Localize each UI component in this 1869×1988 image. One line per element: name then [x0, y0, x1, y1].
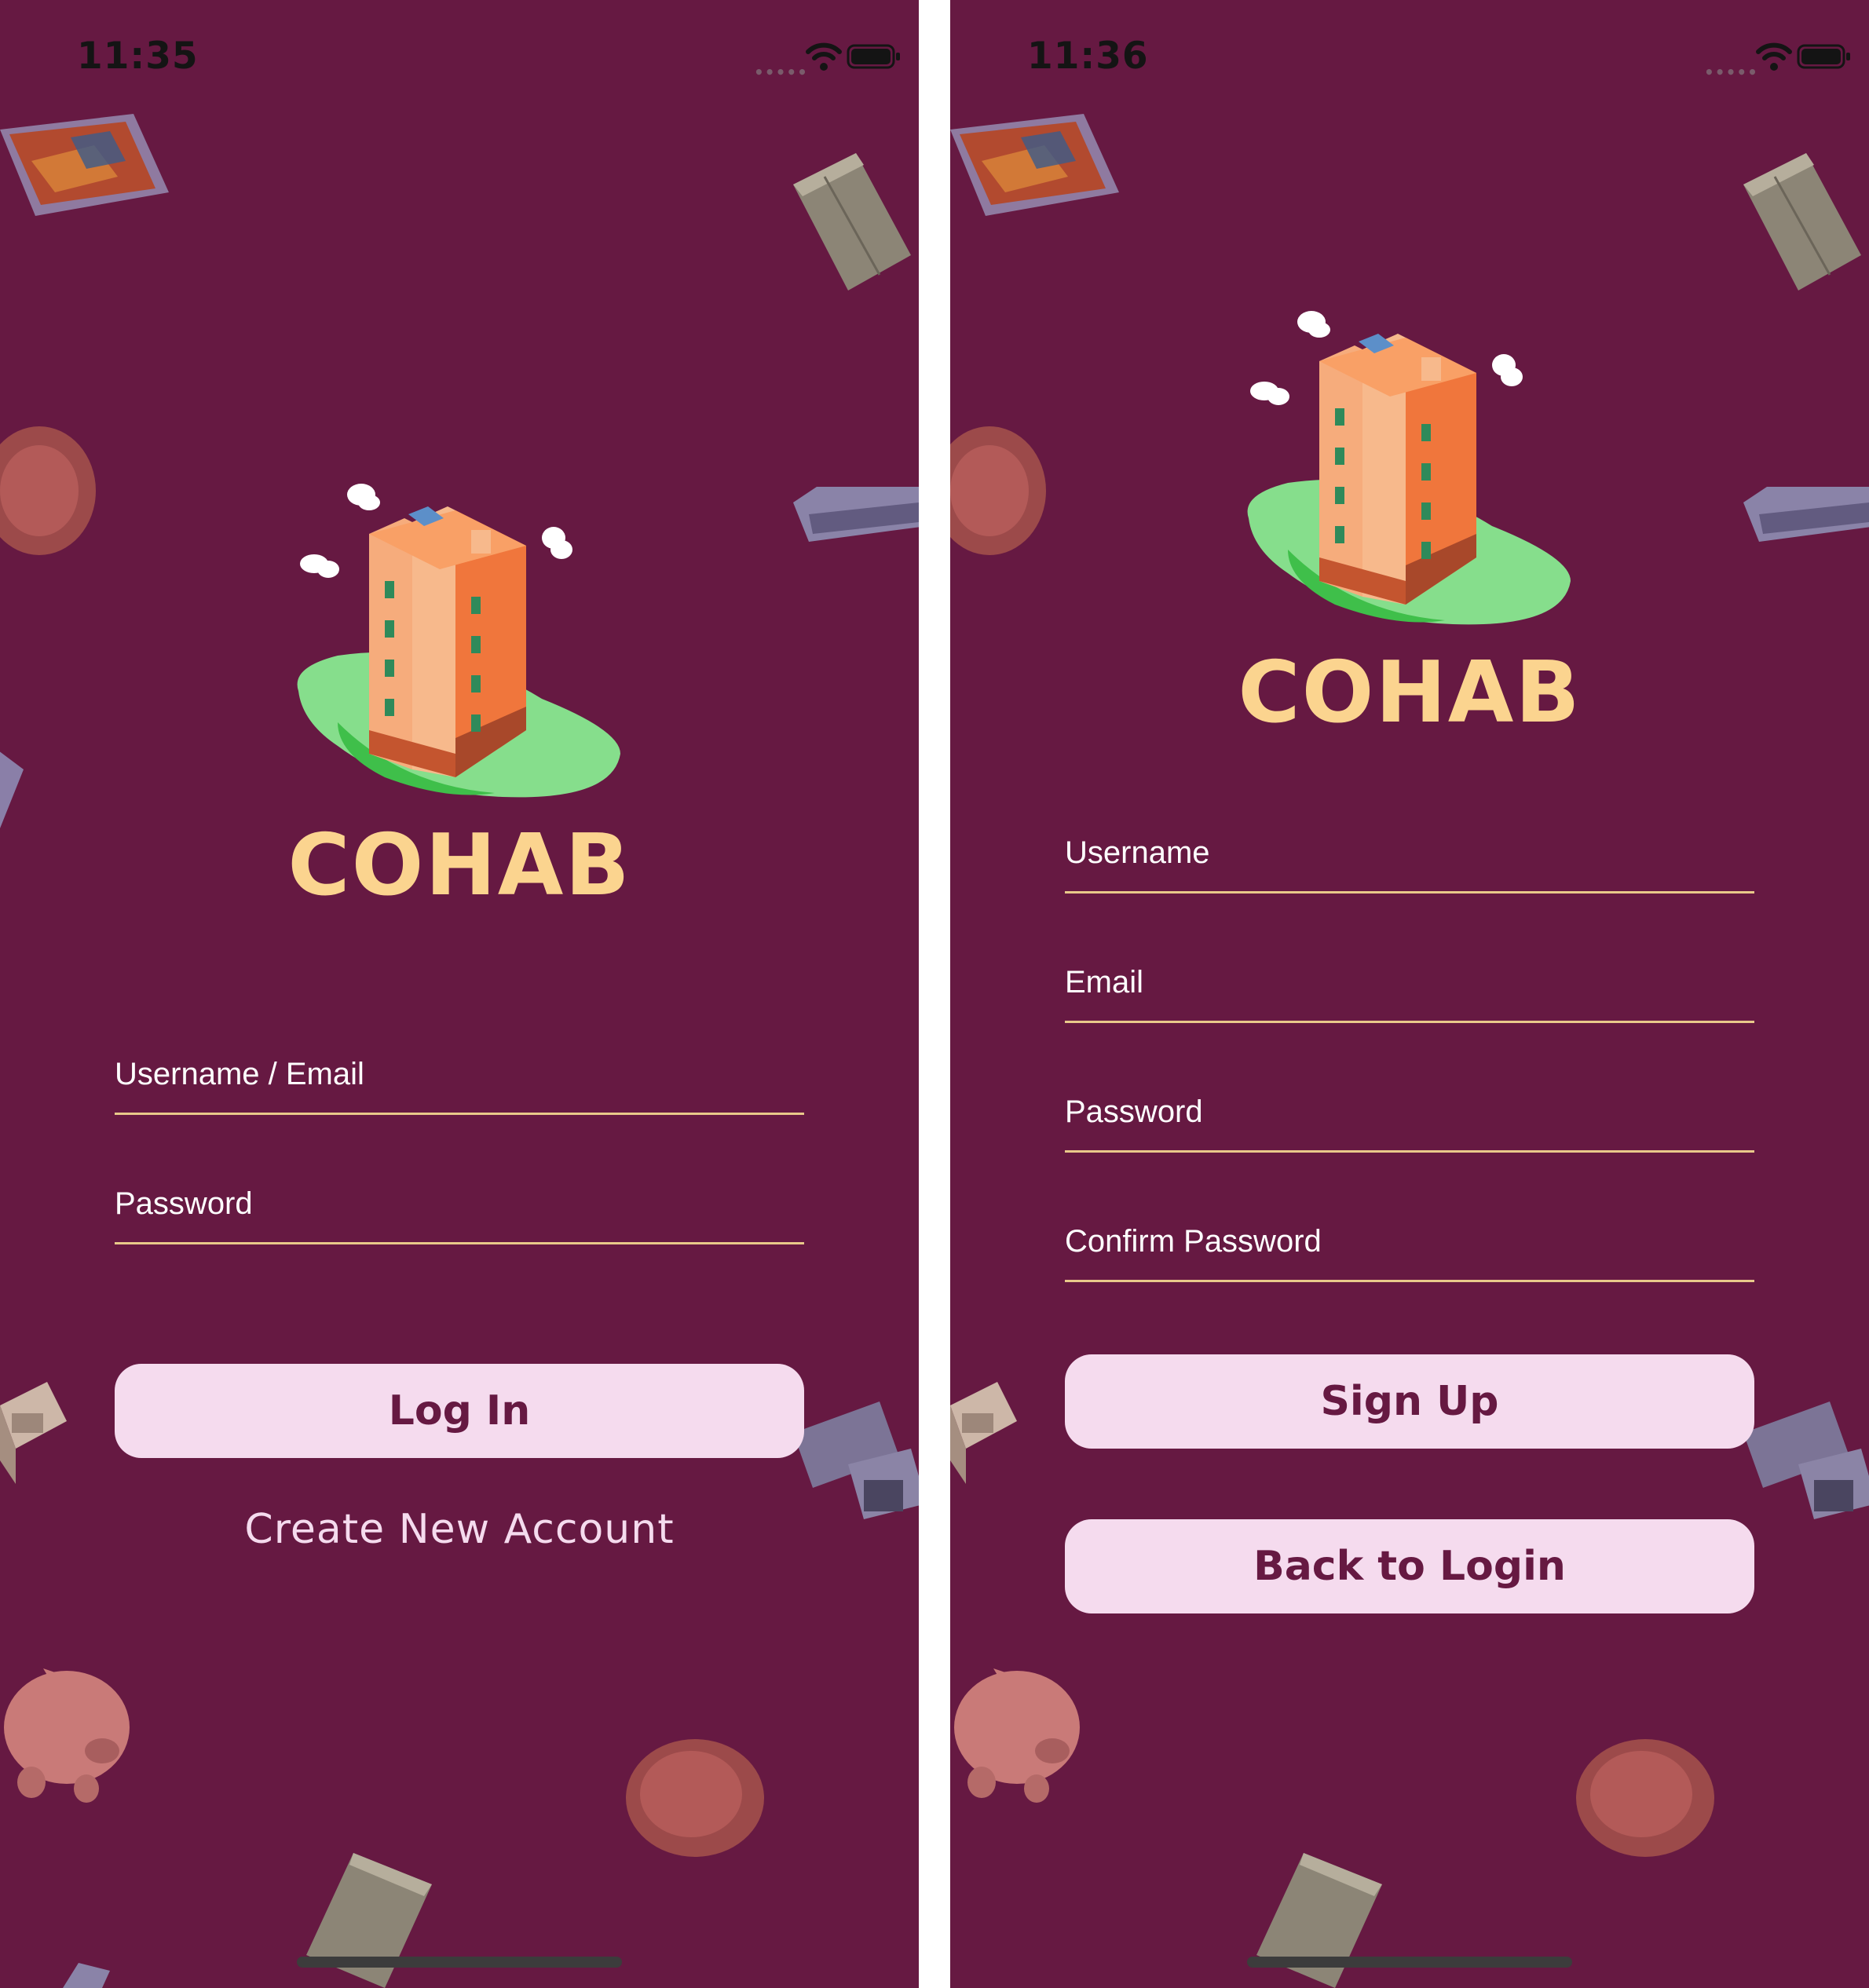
confirm-password-field[interactable]	[1065, 1204, 1754, 1282]
shelf-decoration	[793, 487, 919, 542]
brand-title: COHAB	[287, 817, 631, 915]
kitchen-decoration	[1743, 1401, 1869, 1519]
signal-dots-icon: •••••	[754, 63, 808, 82]
cube-shelf-decoration	[950, 1382, 1017, 1484]
login-button[interactable]: Log In	[115, 1364, 804, 1458]
shelf-decoration	[1743, 487, 1869, 542]
status-icons: •••••	[754, 41, 900, 82]
battery-icon	[847, 44, 900, 69]
building-logo-icon	[297, 484, 620, 798]
painting-decoration	[950, 114, 1119, 216]
cube-shelf-decoration	[0, 1382, 67, 1484]
piggy-bank-decoration	[4, 1668, 130, 1803]
back-to-login-button[interactable]: Back to Login	[1065, 1519, 1754, 1613]
status-time: 11:36	[1027, 35, 1149, 78]
beanbag-decoration	[950, 426, 1046, 555]
wifi-icon	[1756, 42, 1792, 71]
password-input[interactable]	[1065, 1074, 1754, 1149]
fridge-decoration	[793, 153, 911, 291]
home-indicator	[1247, 1957, 1572, 1968]
beanbag-decoration	[626, 1739, 764, 1857]
shelf-decoration	[63, 1963, 110, 1988]
field-underline	[115, 1242, 804, 1244]
signup-button[interactable]: Sign Up	[1065, 1354, 1754, 1449]
password-field[interactable]	[1065, 1074, 1754, 1153]
status-icons: •••••	[1704, 41, 1850, 82]
field-underline	[1065, 891, 1754, 894]
username-input[interactable]	[1065, 815, 1754, 890]
username-email-field[interactable]	[115, 1036, 804, 1115]
password-field[interactable]	[115, 1166, 804, 1244]
field-underline	[115, 1113, 804, 1115]
fridge-decoration	[1743, 153, 1861, 291]
confirm-password-input[interactable]	[1065, 1204, 1754, 1279]
fridge-decoration	[1256, 1853, 1382, 1988]
field-underline	[1065, 1021, 1754, 1023]
building-logo-icon	[1247, 311, 1571, 625]
username-field[interactable]	[1065, 815, 1754, 894]
field-underline	[1065, 1150, 1754, 1153]
email-field[interactable]	[1065, 945, 1754, 1023]
beanbag-decoration	[1576, 1739, 1714, 1857]
email-input[interactable]	[1065, 945, 1754, 1020]
signal-dots-icon: •••••	[1704, 63, 1758, 82]
wifi-icon	[806, 42, 842, 71]
battery-icon	[1797, 44, 1850, 69]
status-time: 11:35	[77, 35, 199, 78]
piggy-bank-decoration	[954, 1668, 1080, 1803]
create-account-link[interactable]: Create New Account	[0, 1506, 919, 1553]
signup-screen: 11:36 ••••• COHAB Username Email Sign Up…	[950, 0, 1869, 1988]
field-underline	[1065, 1280, 1754, 1282]
fridge-decoration	[306, 1853, 432, 1988]
beanbag-decoration	[0, 426, 96, 555]
username-email-input[interactable]	[115, 1036, 804, 1112]
brand-title: COHAB	[1238, 644, 1582, 742]
password-input[interactable]	[115, 1166, 804, 1241]
home-indicator	[297, 1957, 622, 1968]
login-screen: 11:35 ••••• COHAB Username / Email Log I…	[0, 0, 919, 1988]
painting-decoration	[0, 114, 169, 216]
